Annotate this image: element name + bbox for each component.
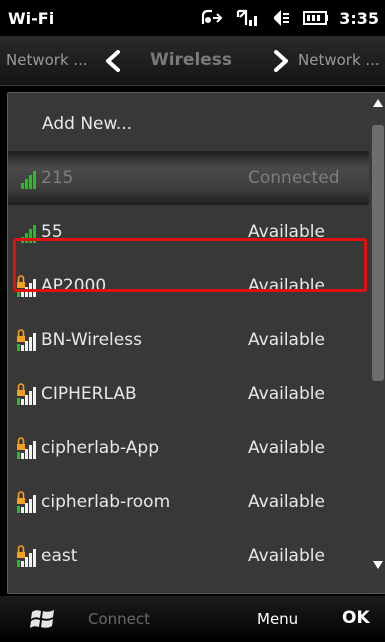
network-ssid: 215 (41, 168, 74, 188)
battery-icon (303, 11, 329, 25)
chevron-left-icon[interactable] (100, 48, 126, 74)
network-row[interactable]: cipherlab-room Available (8, 475, 369, 529)
scroll-thumb[interactable] (372, 125, 384, 381)
ok-button[interactable]: OK (342, 608, 370, 628)
network-ssid: CIPHERLAB (41, 384, 137, 404)
secured-wifi-signal-icon (17, 329, 36, 351)
scroll-down-icon[interactable] (373, 561, 383, 569)
status-icons: 3:35 (199, 7, 379, 29)
add-new-item[interactable]: Add New... (8, 97, 369, 151)
secured-wifi-signal-icon (17, 437, 36, 459)
secured-wifi-signal-icon (17, 545, 36, 567)
network-status: Available (248, 384, 325, 404)
tab-previous[interactable]: Network ... (6, 51, 88, 69)
windows-start-icon[interactable] (30, 607, 56, 631)
connect-button[interactable]: Connect (88, 610, 150, 628)
network-ssid: east (41, 546, 78, 566)
tab-next[interactable]: Network ... (298, 51, 380, 69)
network-activity-icon (202, 9, 223, 24)
network-ssid: BN-Wireless (41, 330, 142, 350)
scroll-up-icon[interactable] (373, 99, 383, 107)
app-title: Wi-Fi (8, 9, 55, 28)
network-status: Available (248, 438, 325, 458)
network-list-panel: Add New... 215 Connected 55 Available AP2000… (7, 92, 385, 594)
command-bar: Connect Menu OK (0, 596, 385, 642)
network-status: Available (248, 330, 325, 350)
clock: 3:35 (339, 8, 379, 28)
wifi-signal-icon (21, 171, 36, 189)
network-status: Connected (248, 168, 340, 188)
chevron-right-icon[interactable] (268, 48, 294, 74)
selection-highlight (13, 238, 367, 292)
secured-wifi-signal-icon (17, 491, 36, 513)
network-row[interactable]: 215 Connected (8, 151, 369, 205)
network-status: Available (248, 492, 325, 512)
tab-bar: Network ... Wireless Network ... (0, 36, 385, 86)
menu-button[interactable]: Menu (257, 610, 298, 628)
network-row[interactable]: cipherlab-App Available (8, 421, 369, 475)
network-ssid: cipherlab-room (41, 492, 171, 512)
add-new-label: Add New... (42, 114, 133, 134)
network-row[interactable]: east Available (8, 529, 369, 583)
volume-icon (274, 10, 290, 26)
network-ssid: cipherlab-App (41, 438, 159, 458)
signal-icon (237, 9, 258, 26)
network-list[interactable]: Add New... 215 Connected 55 Available AP2000… (8, 93, 369, 593)
status-bar: Wi-Fi 3:35 (0, 0, 385, 36)
scrollbar[interactable] (370, 93, 385, 593)
tab-current: Wireless (149, 50, 233, 70)
network-status: Available (248, 546, 325, 566)
network-row[interactable]: BN-Wireless Available (8, 313, 369, 367)
secured-wifi-signal-icon (17, 383, 36, 405)
network-row[interactable]: CIPHERLAB Available (8, 367, 369, 421)
